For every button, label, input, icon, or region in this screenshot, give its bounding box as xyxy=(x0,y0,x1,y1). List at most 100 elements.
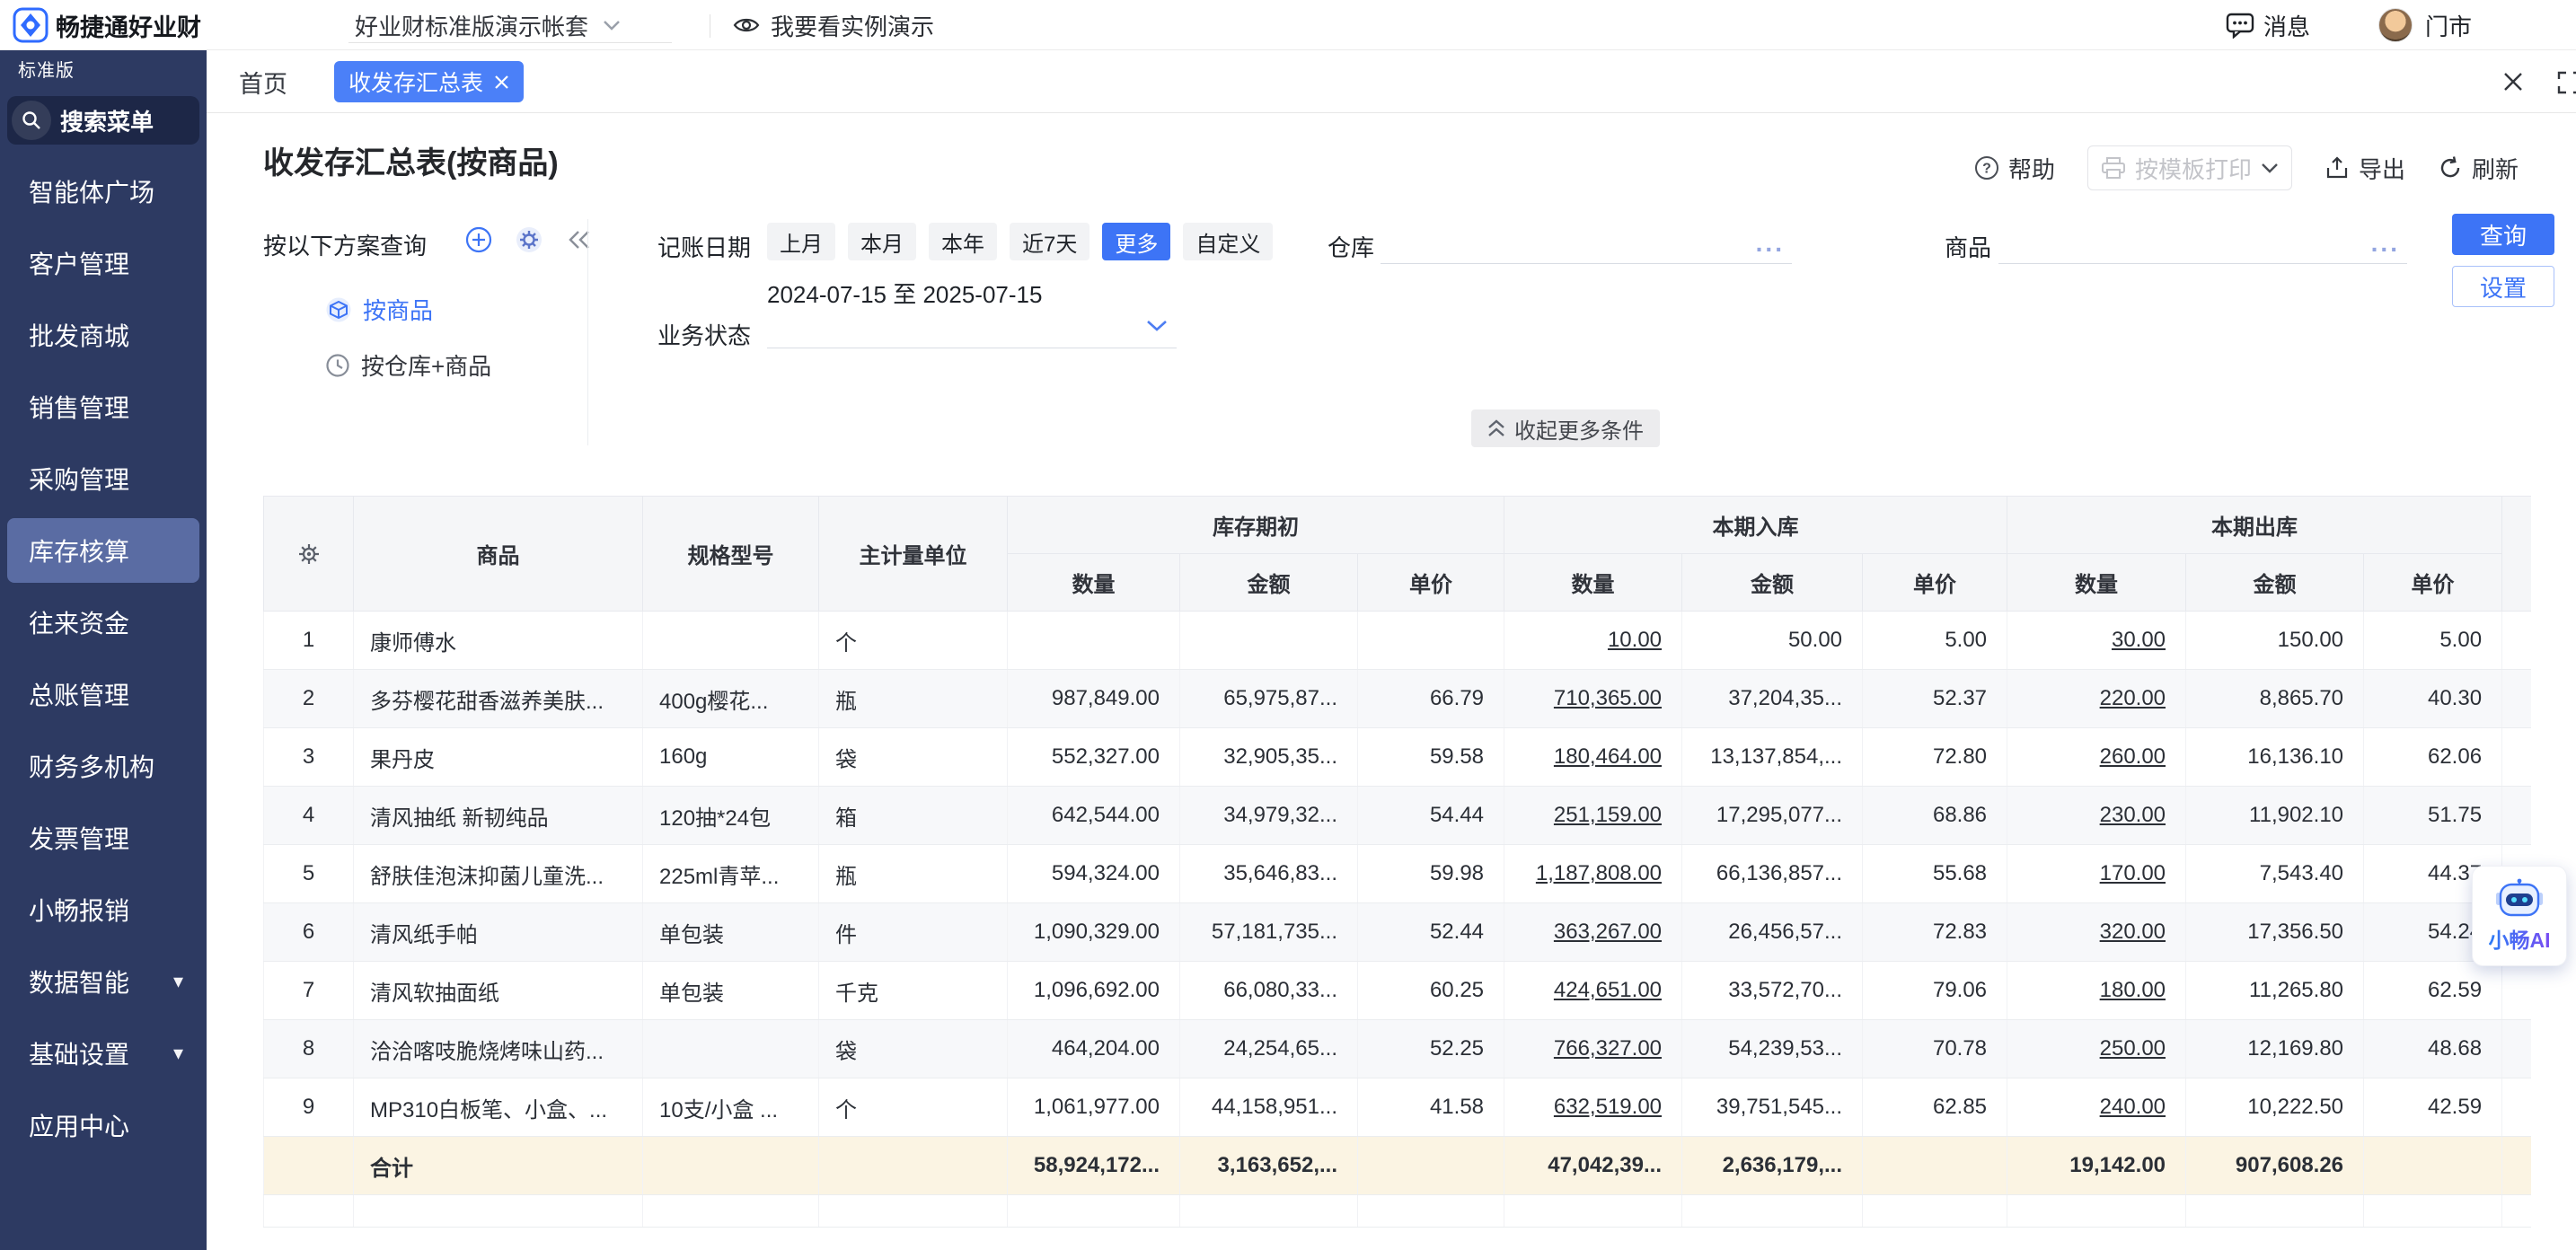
settings-button[interactable]: 设置 xyxy=(2452,266,2554,307)
sidebar-item-10[interactable]: 发票管理 xyxy=(0,802,207,874)
clipped-cell xyxy=(2502,612,2531,670)
collapse-more-filters-button[interactable]: 收起更多条件 xyxy=(1471,409,1660,447)
total-row: 合计58,924,172...3,163,652,...47,042,39...… xyxy=(264,1137,2532,1195)
refresh-button[interactable]: 刷新 xyxy=(2438,152,2519,185)
tab-close-icon[interactable] xyxy=(494,75,509,90)
date-chip-6[interactable]: 自定义 xyxy=(1183,223,1273,260)
cell: 34,979,32... xyxy=(1180,787,1358,845)
cell: 7,543.40 xyxy=(2186,845,2364,903)
drill-down-link[interactable]: 320.00 xyxy=(2007,903,2186,962)
scheme-settings-gear-icon[interactable] xyxy=(516,226,543,253)
scheme-by-warehouse-product[interactable]: 按仓库+商品 xyxy=(325,348,491,382)
date-chip-1[interactable]: 上月 xyxy=(767,223,835,260)
edition-label: 标准版 xyxy=(0,50,207,82)
sidebar-item-5[interactable]: 采购管理 xyxy=(0,443,207,515)
unit: 瓶 xyxy=(819,670,1008,728)
drill-down-link[interactable]: 766,327.00 xyxy=(1504,1020,1682,1078)
drill-down-link[interactable]: 230.00 xyxy=(2007,787,2186,845)
date-chip-2[interactable]: 本月 xyxy=(848,223,916,260)
drill-down-link[interactable]: 710,365.00 xyxy=(1504,670,1682,728)
scheme-by-warehouse-product-label: 按仓库+商品 xyxy=(361,348,491,382)
cell: 37,204,35... xyxy=(1682,670,1863,728)
drill-down-link[interactable]: 170.00 xyxy=(2007,845,2186,903)
sidebar-item-13[interactable]: 基础设置▾ xyxy=(0,1017,207,1089)
scheme-by-product[interactable]: 按商品 xyxy=(325,293,433,326)
search-menu-input[interactable]: 搜索菜单 xyxy=(7,96,199,145)
ai-assistant-button[interactable]: 小畅AI xyxy=(2472,866,2567,966)
drill-down-link[interactable]: 220.00 xyxy=(2007,670,2186,728)
cell: 35,646,83... xyxy=(1180,845,1358,903)
drill-down-link[interactable]: 10.00 xyxy=(1504,612,1682,670)
inventory-summary-table-wrap: 商品规格型号主计量单位库存期初本期入库本期出库数量金额单价数量金额单价数量金额单… xyxy=(263,496,2531,1228)
total-cell xyxy=(1358,1137,1504,1195)
total-label: 合计 xyxy=(354,1137,643,1195)
drill-down-link[interactable]: 251,159.00 xyxy=(1504,787,1682,845)
sidebar-item-11[interactable]: 小畅报销 xyxy=(0,874,207,946)
topbar: 畅捷通好业财 好业财标准版演示帐套 我要看实例演示 消息 门市 xyxy=(0,0,2576,50)
tab-home[interactable]: 首页 xyxy=(239,50,287,113)
drill-down-link[interactable]: 424,651.00 xyxy=(1504,962,1682,1020)
scheme-panel-title: 按以下方案查询 xyxy=(263,228,427,261)
cell: 65,975,87... xyxy=(1180,670,1358,728)
drill-down-link[interactable]: 1,187,808.00 xyxy=(1504,845,1682,903)
cell xyxy=(1008,1195,1180,1228)
fullscreen-icon[interactable] xyxy=(2556,70,2576,95)
product-input[interactable]: ... xyxy=(1998,219,2407,264)
spec: 单包装 xyxy=(643,903,819,962)
drill-down-link[interactable]: 180,464.00 xyxy=(1504,728,1682,787)
product-picker-ellipsis-icon[interactable]: ... xyxy=(2371,229,2400,258)
drill-down-link[interactable]: 260.00 xyxy=(2007,728,2186,787)
cell: 1,090,329.00 xyxy=(1008,903,1180,962)
user-name[interactable]: 门市 xyxy=(2425,0,2472,50)
table-row: 8洽洽喀吱脆烧烤味山药...袋464,204.0024,254,65...52.… xyxy=(264,1020,2532,1078)
refresh-label: 刷新 xyxy=(2472,152,2519,185)
warehouse-input[interactable]: ... xyxy=(1381,219,1792,264)
cell: 24,254,65... xyxy=(1180,1020,1358,1078)
status-select[interactable] xyxy=(767,305,1177,348)
sidebar-item-2[interactable]: 客户管理 xyxy=(0,227,207,299)
demo-link[interactable]: 我要看实例演示 xyxy=(733,0,934,50)
avatar[interactable] xyxy=(2378,8,2413,42)
drill-down-link[interactable]: 250.00 xyxy=(2007,1020,2186,1078)
row-number: 7 xyxy=(264,962,354,1020)
sidebar-item-6[interactable]: 库存核算 xyxy=(7,518,199,583)
sidebar-item-8[interactable]: 总账管理 xyxy=(0,658,207,730)
filter-divider xyxy=(587,219,588,445)
warehouse-picker-ellipsis-icon[interactable]: ... xyxy=(1756,229,1785,258)
sidebar-item-7[interactable]: 往来资金 xyxy=(0,586,207,658)
cell: 54,239,53... xyxy=(1682,1020,1863,1078)
drill-down-link[interactable]: 240.00 xyxy=(2007,1078,2186,1137)
column-settings-gear-icon[interactable] xyxy=(264,497,354,612)
sidebar-item-label: 销售管理 xyxy=(29,389,129,425)
date-chip-5[interactable]: 更多 xyxy=(1102,223,1170,260)
drill-down-link[interactable]: 632,519.00 xyxy=(1504,1078,1682,1137)
cell xyxy=(1008,612,1180,670)
column-group-header: 本期入库 xyxy=(1504,497,2007,554)
date-chip-3[interactable]: 本年 xyxy=(929,223,997,260)
drill-down-link[interactable]: 30.00 xyxy=(2007,612,2186,670)
print-template-button[interactable]: 按模板打印 xyxy=(2087,145,2292,190)
row-number: 6 xyxy=(264,903,354,962)
cell xyxy=(1358,612,1504,670)
date-chip-4[interactable]: 近7天 xyxy=(1010,223,1090,260)
help-button[interactable]: ? 帮助 xyxy=(1974,152,2055,185)
query-button[interactable]: 查询 xyxy=(2452,214,2554,255)
sidebar-item-4[interactable]: 销售管理 xyxy=(0,371,207,443)
account-name: 好业财标准版演示帐套 xyxy=(355,9,588,42)
tab-inventory-summary[interactable]: 收发存汇总表 xyxy=(334,61,524,102)
export-button[interactable]: 导出 xyxy=(2325,152,2405,185)
cell xyxy=(2502,1195,2531,1228)
drill-down-link[interactable]: 363,267.00 xyxy=(1504,903,1682,962)
messages-button[interactable]: 消息 xyxy=(2226,0,2310,50)
sidebar-item-9[interactable]: 财务多机构 xyxy=(0,730,207,802)
sidebar-item-14[interactable]: 应用中心 xyxy=(0,1089,207,1161)
cell: 57,181,735... xyxy=(1180,903,1358,962)
sidebar-item-1[interactable]: 智能体广场 xyxy=(0,155,207,227)
close-all-tabs-icon[interactable] xyxy=(2501,69,2526,94)
print-template-label: 按模板打印 xyxy=(2135,152,2252,185)
summary-table: 商品规格型号主计量单位库存期初本期入库本期出库数量金额单价数量金额单价数量金额单… xyxy=(263,496,2531,1228)
sidebar-item-3[interactable]: 批发商城 xyxy=(0,299,207,371)
drill-down-link[interactable]: 180.00 xyxy=(2007,962,2186,1020)
add-scheme-icon[interactable] xyxy=(465,226,492,253)
sidebar-item-12[interactable]: 数据智能▾ xyxy=(0,946,207,1017)
